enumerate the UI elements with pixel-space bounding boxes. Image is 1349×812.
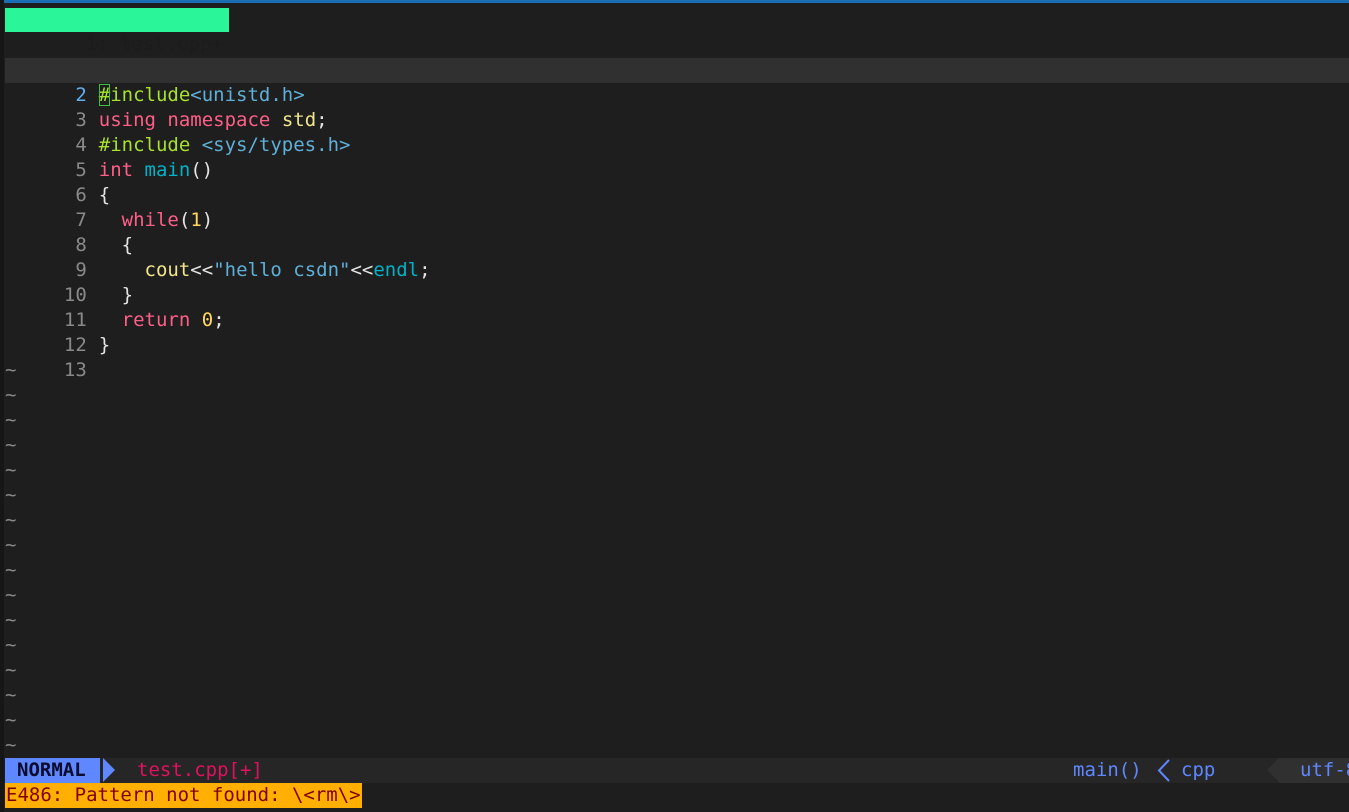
code-line[interactable]: 9 cout<<"hello csdn"<<endl; (5, 233, 1349, 281)
tabline: 1: test.cpp+ (5, 8, 1349, 55)
code-line[interactable]: 3 using namespace std; (5, 83, 1349, 131)
error-message: E486: Pattern not found: \<rm\> (5, 783, 362, 808)
empty-line-marker: ~ (5, 409, 17, 431)
empty-line-marker: ~ (5, 384, 17, 406)
status-encoding: utf-8 (1279, 758, 1349, 783)
empty-line-marker: ~ (5, 484, 17, 506)
code-line-current[interactable]: 2 #include<unistd.h> (5, 58, 1349, 106)
tab-test-cpp[interactable]: 1: test.cpp+ (5, 8, 229, 55)
line-number: 13 (63, 359, 87, 381)
code-line[interactable]: 8 { (5, 208, 1349, 256)
code-line[interactable]: 10 } (5, 258, 1349, 306)
status-filetype: cpp (1181, 759, 1216, 781)
empty-line-marker: ~ (5, 509, 17, 531)
empty-line-marker: ~ (5, 559, 17, 581)
empty-line-marker: ~ (5, 584, 17, 606)
mode-arrow-icon (103, 758, 115, 782)
empty-line-marker: ~ (5, 534, 17, 556)
code-line[interactable]: 12} (5, 308, 1349, 356)
status-current-function: main() (1073, 759, 1142, 781)
empty-line-marker: ~ (5, 734, 17, 756)
tab-arrow-icon (197, 8, 209, 32)
encoding-arrow-icon (1267, 758, 1279, 782)
code-line[interactable]: 13 (5, 333, 1349, 381)
code-line[interactable]: 5 int main() (5, 133, 1349, 181)
code-line[interactable]: 6{ (5, 158, 1349, 206)
empty-line-marker: ~ (5, 659, 17, 681)
empty-line-marker: ~ (5, 459, 17, 481)
code-line[interactable]: 4 #include <sys/types.h> (5, 108, 1349, 156)
empty-line-marker: ~ (5, 709, 17, 731)
window-top-border (0, 0, 1349, 3)
empty-line-marker: ~ (5, 359, 17, 381)
empty-line-marker: ~ (5, 634, 17, 656)
statusline: NORMAL test.cpp[+] main() cpp utf-8 (5, 758, 1349, 783)
window-left-border (0, 0, 4, 812)
code-line[interactable]: 1#include<iostream> (5, 33, 1349, 81)
code-line[interactable]: 11 return 0; (5, 283, 1349, 331)
empty-line-marker: ~ (5, 684, 17, 706)
terminal-window[interactable]: 1: test.cpp+ 1#include<iostream> 2#inclu… (0, 0, 1349, 812)
code-line[interactable]: 7 while(1) (5, 183, 1349, 231)
empty-line-marker: ~ (5, 434, 17, 456)
status-filename: test.cpp[+] (137, 759, 263, 781)
mode-indicator: NORMAL (5, 758, 100, 783)
empty-line-marker: ~ (5, 609, 17, 631)
command-line[interactable]: E486: Pattern not found: \<rm\> (5, 783, 1349, 808)
